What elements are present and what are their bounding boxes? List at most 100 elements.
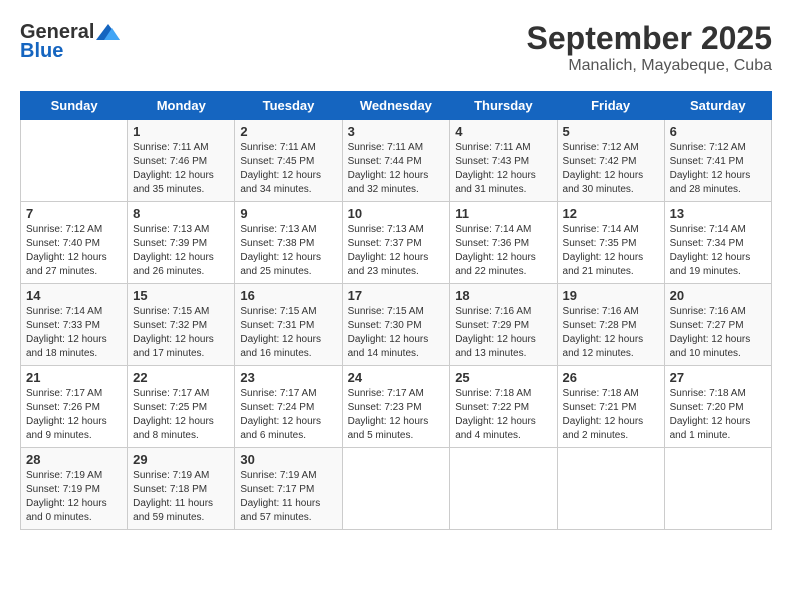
day-info: Sunrise: 7:16 AM Sunset: 7:27 PM Dayligh… (670, 305, 766, 361)
day-info: Sunrise: 7:11 AM Sunset: 7:43 PM Dayligh… (455, 141, 551, 197)
day-info: Sunrise: 7:14 AM Sunset: 7:34 PM Dayligh… (670, 223, 766, 279)
day-info: Sunrise: 7:14 AM Sunset: 7:36 PM Dayligh… (455, 223, 551, 279)
day-number: 15 (133, 288, 229, 303)
days-of-week-row: SundayMondayTuesdayWednesdayThursdayFrid… (21, 92, 772, 120)
day-info: Sunrise: 7:12 AM Sunset: 7:41 PM Dayligh… (670, 141, 766, 197)
calendar-cell: 23 Sunrise: 7:17 AM Sunset: 7:24 PM Dayli… (235, 366, 342, 448)
dow-thursday: Thursday (450, 92, 557, 120)
day-number: 1 (133, 124, 229, 139)
dow-monday: Monday (128, 92, 235, 120)
day-number: 9 (240, 206, 336, 221)
calendar-cell: 20 Sunrise: 7:16 AM Sunset: 7:27 PM Dayli… (664, 284, 771, 366)
day-info: Sunrise: 7:15 AM Sunset: 7:30 PM Dayligh… (348, 305, 445, 361)
calendar-cell: 15Sunrise: 7:15 AM Sunset: 7:32 PM Dayli… (128, 284, 235, 366)
day-info: Sunrise: 7:18 AM Sunset: 7:20 PM Dayligh… (670, 387, 766, 443)
day-info: Sunrise: 7:19 AM Sunset: 7:18 PM Dayligh… (133, 469, 229, 525)
day-number: 4 (455, 124, 551, 139)
week-row-4: 21 Sunrise: 7:17 AM Sunset: 7:26 PM Dayli… (21, 366, 772, 448)
logo-blue: Blue (20, 40, 63, 63)
day-number: 21 (26, 370, 122, 385)
day-info: Sunrise: 7:16 AM Sunset: 7:29 PM Dayligh… (455, 305, 551, 361)
calendar-cell: 24 Sunrise: 7:17 AM Sunset: 7:23 PM Dayli… (342, 366, 450, 448)
week-row-1: 1 Sunrise: 7:11 AM Sunset: 7:46 PM Daylig… (21, 120, 772, 202)
logo: General Blue (20, 20, 120, 63)
calendar-cell: 1 Sunrise: 7:11 AM Sunset: 7:46 PM Daylig… (128, 120, 235, 202)
day-number: 2 (240, 124, 336, 139)
day-number: 12 (563, 206, 659, 221)
week-row-5: 28Sunrise: 7:19 AM Sunset: 7:19 PM Dayli… (21, 448, 772, 530)
day-info: Sunrise: 7:17 AM Sunset: 7:24 PM Dayligh… (240, 387, 336, 443)
day-info: Sunrise: 7:16 AM Sunset: 7:28 PM Dayligh… (563, 305, 659, 361)
day-number: 30 (240, 452, 336, 467)
calendar-cell: 16 Sunrise: 7:15 AM Sunset: 7:31 PM Dayli… (235, 284, 342, 366)
calendar-cell: 17Sunrise: 7:15 AM Sunset: 7:30 PM Dayli… (342, 284, 450, 366)
day-info: Sunrise: 7:19 AM Sunset: 7:19 PM Dayligh… (26, 469, 122, 525)
calendar-cell: 4 Sunrise: 7:11 AM Sunset: 7:43 PM Daylig… (450, 120, 557, 202)
calendar: SundayMondayTuesdayWednesdayThursdayFrid… (20, 91, 772, 530)
calendar-cell: 22Sunrise: 7:17 AM Sunset: 7:25 PM Dayli… (128, 366, 235, 448)
calendar-cell: 12 Sunrise: 7:14 AM Sunset: 7:35 PM Dayli… (557, 202, 664, 284)
day-info: Sunrise: 7:13 AM Sunset: 7:39 PM Dayligh… (133, 223, 229, 279)
calendar-cell: 11 Sunrise: 7:14 AM Sunset: 7:36 PM Dayli… (450, 202, 557, 284)
dow-wednesday: Wednesday (342, 92, 450, 120)
day-info: Sunrise: 7:14 AM Sunset: 7:35 PM Dayligh… (563, 223, 659, 279)
page-header: General Blue September 2025 Manalich, Ma… (20, 20, 772, 75)
day-number: 13 (670, 206, 766, 221)
day-info: Sunrise: 7:17 AM Sunset: 7:26 PM Dayligh… (26, 387, 122, 443)
calendar-cell: 26 Sunrise: 7:18 AM Sunset: 7:21 PM Dayli… (557, 366, 664, 448)
day-number: 27 (670, 370, 766, 385)
calendar-cell: 27 Sunrise: 7:18 AM Sunset: 7:20 PM Dayli… (664, 366, 771, 448)
calendar-cell: 10Sunrise: 7:13 AM Sunset: 7:37 PM Dayli… (342, 202, 450, 284)
day-number: 16 (240, 288, 336, 303)
day-number: 18 (455, 288, 551, 303)
week-row-2: 7 Sunrise: 7:12 AM Sunset: 7:40 PM Daylig… (21, 202, 772, 284)
title-block: September 2025 Manalich, Mayabeque, Cuba (527, 20, 772, 75)
dow-tuesday: Tuesday (235, 92, 342, 120)
day-number: 6 (670, 124, 766, 139)
week-row-3: 14Sunrise: 7:14 AM Sunset: 7:33 PM Dayli… (21, 284, 772, 366)
calendar-cell: 18 Sunrise: 7:16 AM Sunset: 7:29 PM Dayli… (450, 284, 557, 366)
logo-icon (96, 20, 120, 44)
calendar-cell: 7 Sunrise: 7:12 AM Sunset: 7:40 PM Daylig… (21, 202, 128, 284)
calendar-header: SundayMondayTuesdayWednesdayThursdayFrid… (21, 92, 772, 120)
day-info: Sunrise: 7:12 AM Sunset: 7:42 PM Dayligh… (563, 141, 659, 197)
day-number: 19 (563, 288, 659, 303)
location: Manalich, Mayabeque, Cuba (527, 57, 772, 75)
day-number: 22 (133, 370, 229, 385)
day-number: 7 (26, 206, 122, 221)
day-number: 20 (670, 288, 766, 303)
day-number: 26 (563, 370, 659, 385)
day-info: Sunrise: 7:12 AM Sunset: 7:40 PM Dayligh… (26, 223, 122, 279)
month-title: September 2025 (527, 20, 772, 57)
day-number: 29 (133, 452, 229, 467)
calendar-cell (21, 120, 128, 202)
day-info: Sunrise: 7:13 AM Sunset: 7:38 PM Dayligh… (240, 223, 336, 279)
day-number: 14 (26, 288, 122, 303)
day-number: 11 (455, 206, 551, 221)
day-number: 25 (455, 370, 551, 385)
calendar-cell: 25 Sunrise: 7:18 AM Sunset: 7:22 PM Dayli… (450, 366, 557, 448)
day-number: 3 (348, 124, 445, 139)
calendar-cell: 14Sunrise: 7:14 AM Sunset: 7:33 PM Dayli… (21, 284, 128, 366)
calendar-cell: 8 Sunrise: 7:13 AM Sunset: 7:39 PM Daylig… (128, 202, 235, 284)
day-info: Sunrise: 7:17 AM Sunset: 7:23 PM Dayligh… (348, 387, 445, 443)
calendar-cell: 9 Sunrise: 7:13 AM Sunset: 7:38 PM Daylig… (235, 202, 342, 284)
calendar-cell: 21 Sunrise: 7:17 AM Sunset: 7:26 PM Dayli… (21, 366, 128, 448)
day-info: Sunrise: 7:15 AM Sunset: 7:31 PM Dayligh… (240, 305, 336, 361)
day-info: Sunrise: 7:11 AM Sunset: 7:46 PM Dayligh… (133, 141, 229, 197)
day-number: 8 (133, 206, 229, 221)
calendar-cell (450, 448, 557, 530)
calendar-cell: 3 Sunrise: 7:11 AM Sunset: 7:44 PM Daylig… (342, 120, 450, 202)
calendar-cell: 2Sunrise: 7:11 AM Sunset: 7:45 PM Daylig… (235, 120, 342, 202)
dow-sunday: Sunday (21, 92, 128, 120)
calendar-cell (557, 448, 664, 530)
day-info: Sunrise: 7:11 AM Sunset: 7:44 PM Dayligh… (348, 141, 445, 197)
calendar-cell: 19 Sunrise: 7:16 AM Sunset: 7:28 PM Dayli… (557, 284, 664, 366)
day-number: 10 (348, 206, 445, 221)
day-info: Sunrise: 7:18 AM Sunset: 7:22 PM Dayligh… (455, 387, 551, 443)
day-info: Sunrise: 7:18 AM Sunset: 7:21 PM Dayligh… (563, 387, 659, 443)
calendar-body: 1 Sunrise: 7:11 AM Sunset: 7:46 PM Daylig… (21, 120, 772, 530)
day-number: 24 (348, 370, 445, 385)
day-number: 23 (240, 370, 336, 385)
calendar-cell: 13 Sunrise: 7:14 AM Sunset: 7:34 PM Dayli… (664, 202, 771, 284)
